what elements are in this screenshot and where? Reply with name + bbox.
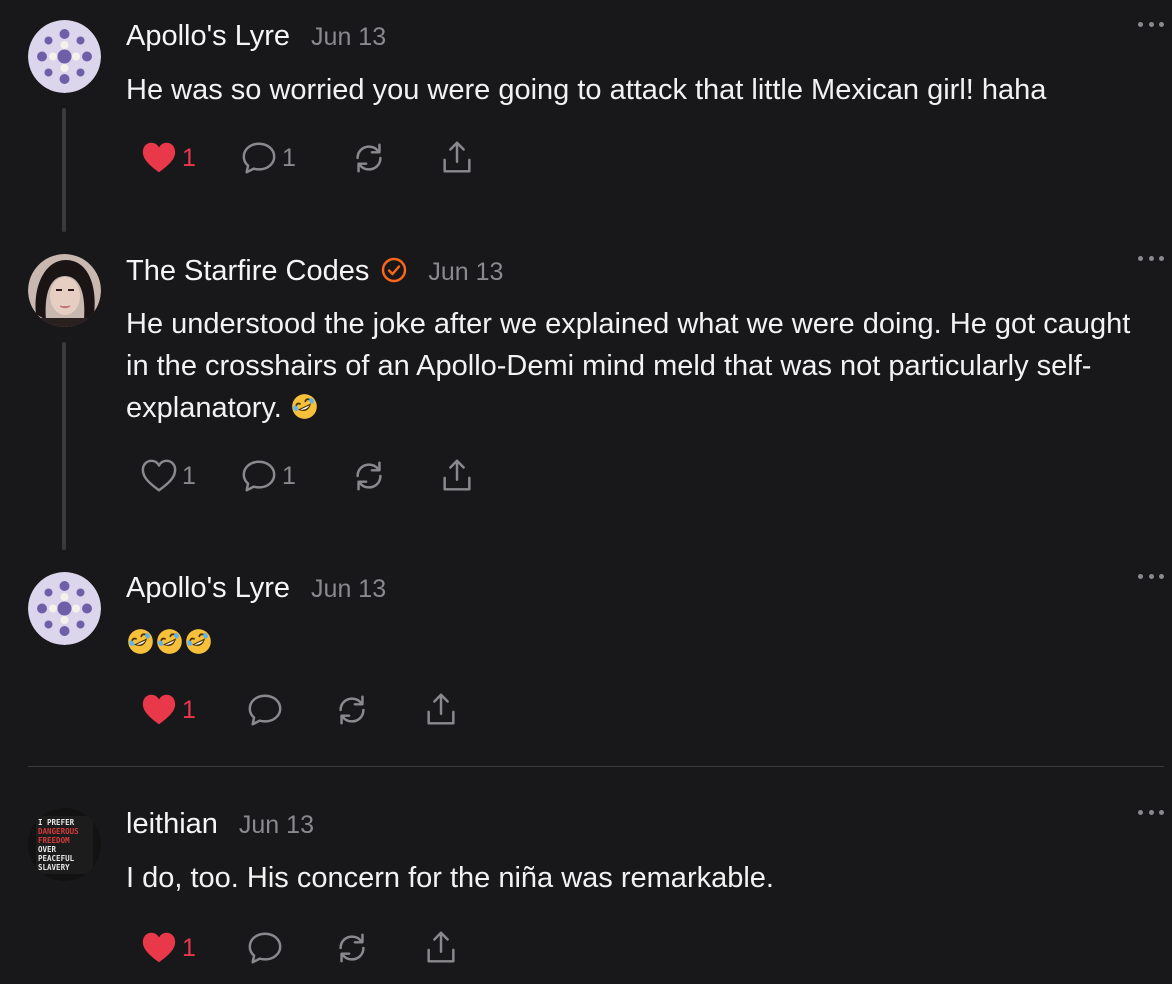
share-button[interactable]: [438, 138, 476, 178]
avatar-text: DANGEROUS: [38, 827, 79, 836]
avatar-text: SLAVERY: [38, 863, 70, 872]
restack-button[interactable]: [350, 138, 388, 178]
comment-icon: [246, 691, 284, 729]
heart-icon: [140, 139, 178, 177]
restack-icon: [350, 457, 388, 495]
comment-text: I do, too. His concern for the niña was …: [126, 862, 774, 894]
more-icon[interactable]: [1138, 256, 1164, 264]
comment-date[interactable]: Jun 13: [428, 258, 503, 287]
more-icon[interactable]: [1138, 574, 1164, 582]
like-count: 1: [182, 461, 196, 490]
restack-button[interactable]: [333, 928, 371, 968]
like-button[interactable]: 1: [140, 928, 196, 968]
avatar-text: FREEDOM: [38, 836, 70, 845]
reply-count: 1: [282, 143, 296, 172]
avatar[interactable]: I PREFER DANGEROUS FREEDOM OVER PEACEFUL…: [28, 808, 101, 881]
avatar-text: PEACEFUL: [38, 854, 75, 863]
more-icon[interactable]: [1138, 810, 1164, 818]
like-button[interactable]: 1: [140, 690, 196, 730]
like-button[interactable]: 1: [140, 138, 196, 178]
divider: [28, 766, 1164, 767]
thread-line: [62, 108, 66, 232]
like-count: 1: [182, 143, 196, 172]
comment-icon: [240, 457, 278, 495]
share-icon: [438, 139, 476, 177]
thread-line: [62, 342, 66, 550]
like-count: 1: [182, 695, 196, 724]
more-icon[interactable]: [1138, 22, 1164, 30]
restack-button[interactable]: [350, 456, 388, 496]
like-button[interactable]: 1: [140, 456, 196, 496]
share-icon: [422, 691, 460, 729]
comment-date[interactable]: Jun 13: [311, 575, 386, 604]
restack-button[interactable]: [333, 690, 371, 730]
share-button[interactable]: [438, 456, 476, 496]
author-name[interactable]: Apollo's Lyre: [126, 20, 290, 53]
comment-header: Apollo's Lyre Jun 13: [126, 572, 386, 612]
heart-icon: [140, 691, 178, 729]
avatar-text: I PREFER: [38, 818, 75, 827]
reply-button[interactable]: 1: [240, 456, 296, 496]
reply-button[interactable]: 1: [240, 138, 296, 178]
like-count: 1: [182, 933, 196, 962]
reply-button[interactable]: [246, 690, 284, 730]
comment-icon: [240, 139, 278, 177]
restack-icon: [333, 691, 371, 729]
avatar[interactable]: [28, 572, 101, 645]
restack-icon: [333, 929, 371, 967]
comment-icon: [246, 929, 284, 967]
comment-text: He was so worried you were going to atta…: [126, 74, 1047, 106]
share-button[interactable]: [422, 690, 460, 730]
comment-text: [126, 622, 1132, 664]
comment-text: He understood the joke after we explaine…: [126, 303, 1132, 429]
avatar-text: OVER: [38, 845, 57, 854]
author-name[interactable]: The Starfire Codes: [126, 255, 369, 288]
share-button[interactable]: [422, 928, 460, 968]
avatar[interactable]: [28, 20, 101, 93]
share-icon: [422, 929, 460, 967]
comment-text-content: He understood the joke after we explaine…: [126, 308, 1131, 424]
heart-icon: [140, 457, 178, 495]
author-name[interactable]: leithian: [126, 808, 218, 841]
rofl-emoji-icon: [290, 392, 319, 421]
rofl-emoji-icon: [126, 627, 155, 656]
comment-date[interactable]: Jun 13: [311, 23, 386, 52]
verified-icon: [382, 257, 407, 283]
comment-date[interactable]: Jun 13: [239, 811, 314, 840]
share-icon: [438, 457, 476, 495]
comment-header: Apollo's Lyre Jun 13: [126, 20, 386, 60]
heart-icon: [140, 929, 178, 967]
comment-header: leithian Jun 13: [126, 808, 314, 848]
restack-icon: [350, 139, 388, 177]
avatar[interactable]: [28, 254, 101, 327]
comment-header: The Starfire Codes Jun 13: [126, 254, 503, 294]
reply-count: 1: [282, 461, 296, 490]
rofl-emoji-icon: [184, 627, 213, 656]
author-name[interactable]: Apollo's Lyre: [126, 572, 290, 605]
rofl-emoji-icon: [155, 627, 184, 656]
reply-button[interactable]: [246, 928, 284, 968]
